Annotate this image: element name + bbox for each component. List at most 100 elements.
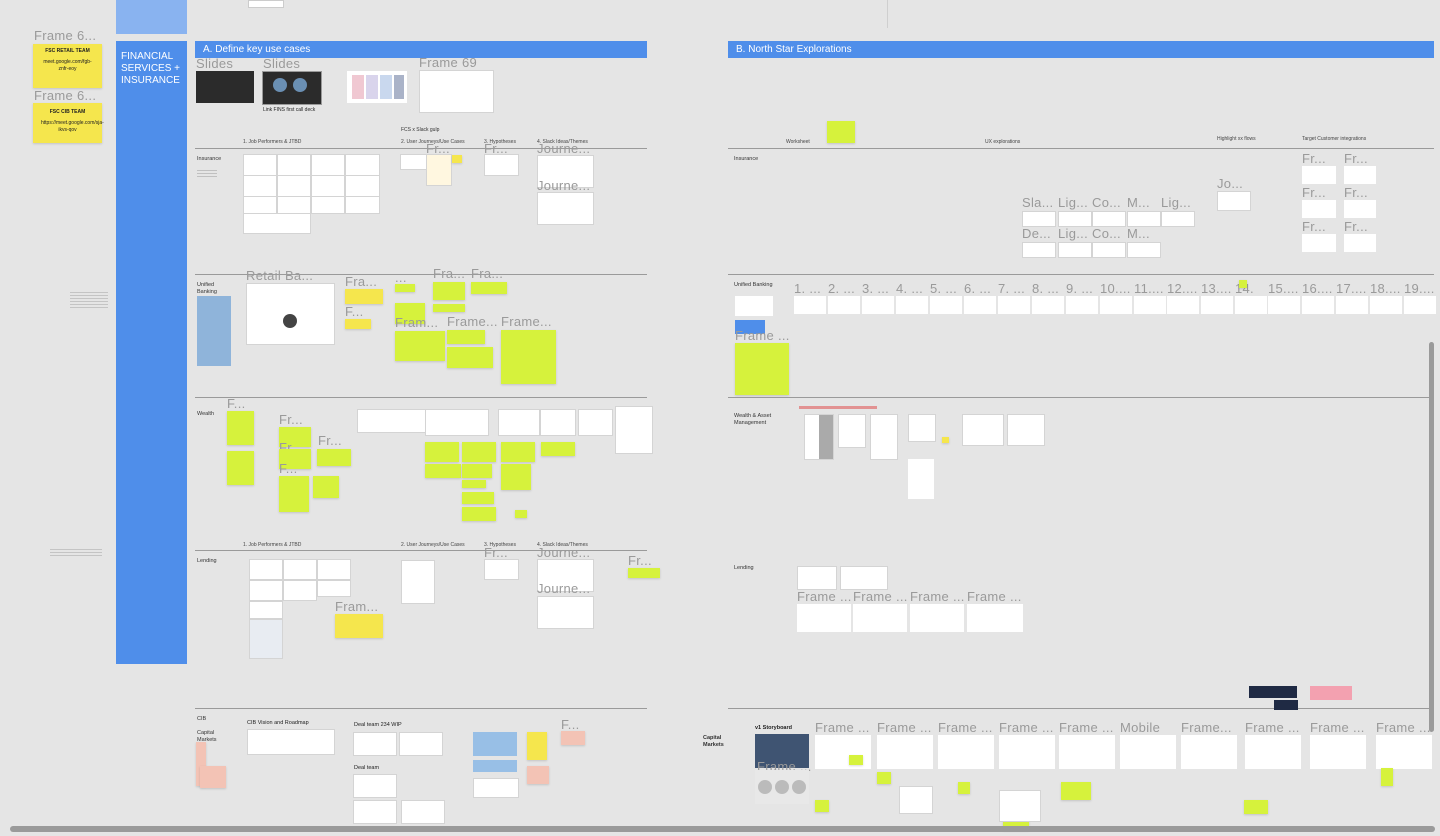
sticky-note[interactable] [345,319,371,329]
wealth-strip[interactable] [425,409,489,436]
ub-screen[interactable] [1167,296,1199,314]
persona-card[interactable] [243,213,311,234]
frame-label[interactable]: Frame ... [797,589,852,604]
small-notes[interactable] [50,549,102,557]
sticky-note[interactable] [958,782,970,794]
wealth-strip[interactable] [615,406,653,454]
sticky-note[interactable] [827,121,855,143]
sticky-note[interactable] [1239,280,1247,288]
lending-screen[interactable] [967,604,1023,632]
frame-label[interactable]: Frame ... [877,720,932,735]
frame-label[interactable]: Slides [263,56,300,71]
frame-label[interactable]: Fra... [471,266,503,281]
ub-screen[interactable] [1235,296,1267,314]
lending-screen[interactable] [853,604,907,632]
frame-label[interactable]: ... [395,270,407,285]
sticky-note[interactable] [501,442,535,462]
ub-screen[interactable] [1066,296,1098,314]
wealth-screen[interactable] [908,414,936,442]
wealth-screen[interactable] [1007,414,1045,446]
sticky-note[interactable] [313,476,339,498]
sticky-note[interactable] [735,343,789,395]
frame-label[interactable]: Fr... [1302,151,1326,166]
frame-label[interactable]: 6. ... [964,281,991,296]
sticky-note[interactable] [425,442,459,462]
integration-card[interactable] [1302,166,1336,184]
frame-label[interactable]: Sla... [1022,195,1053,210]
frame-label[interactable]: Fram... [335,599,378,614]
persona-card[interactable] [243,154,277,176]
sticky-note[interactable] [462,492,494,504]
frame-label[interactable]: 3. ... [862,281,889,296]
persona-card[interactable] [249,580,283,601]
frame-label[interactable]: Fr... [318,433,342,448]
sticky-note[interactable] [395,331,445,361]
cm-frame[interactable] [1120,735,1176,769]
frame-label[interactable]: 7. ... [998,281,1025,296]
sticky-note[interactable] [501,464,531,490]
ub-screen[interactable] [1100,296,1132,314]
persona-card[interactable] [345,196,380,214]
ub-screen[interactable] [1370,296,1402,314]
vertical-section-bar[interactable]: FINANCIAL SERVICES + INSURANCE [116,41,187,664]
frame-label[interactable]: 2. ... [828,281,855,296]
sticky-note[interactable] [541,442,575,456]
sticky-note[interactable] [1381,768,1393,786]
ux-frame[interactable] [1022,242,1056,258]
wealth-screen[interactable] [804,414,834,460]
storyboard-card[interactable] [755,770,809,804]
frame-label[interactable]: 4. ... [896,281,923,296]
persona-card[interactable] [283,580,317,601]
cm-frame[interactable] [1059,735,1115,769]
frame-label[interactable]: Frame ... [1245,720,1300,735]
integration-card[interactable] [1344,200,1376,218]
frame-label[interactable]: F... [279,461,298,476]
frame-label[interactable]: F... [561,717,580,732]
frame-label[interactable]: Frame ... [1376,720,1431,735]
frame-label[interactable]: Fr... [279,412,303,427]
frame-label[interactable]: Co... [1092,195,1121,210]
ux-frame[interactable] [1022,211,1056,227]
frame-label[interactable]: Lig... [1058,195,1088,210]
frame-label[interactable]: 15.... [1268,281,1299,296]
sticky-retail-team[interactable]: FSC RETAIL TEAM meet.google.com/fgb-znfr… [33,44,102,88]
frame-label[interactable]: Lig... [1058,226,1088,241]
frame-label[interactable]: Lig... [1161,195,1191,210]
slide-caption[interactable]: Link FINS first call deck [263,107,315,113]
top-card-partial[interactable] [248,0,284,8]
banking-sidebar-card[interactable] [197,296,231,366]
small-notes[interactable] [70,292,108,310]
lending-screen[interactable] [910,604,964,632]
frame-label[interactable]: Fram... [395,315,438,330]
sticky-note[interactable] [447,330,485,344]
sticky-note[interactable] [345,289,383,304]
journey-card[interactable] [426,154,452,186]
frame-label[interactable]: Fr... [1344,185,1368,200]
deal-team-wip-label[interactable]: Deal team 234 WIP [354,722,402,728]
red-note[interactable] [799,406,877,409]
fcs-slack-label[interactable]: FCS x Slack gulp [401,127,439,133]
ub-screen[interactable] [1134,296,1166,314]
lending-screen[interactable] [797,604,851,632]
sticky-note[interactable] [462,507,496,521]
frame-label[interactable]: 10.... [1100,281,1131,296]
ideas-card[interactable] [537,192,594,225]
sticky-note[interactable] [1244,800,1268,814]
frame-label[interactable]: 1. ... [794,281,821,296]
frame-label[interactable]: 13.... [1201,281,1232,296]
frame-label[interactable]: Frame... [1181,720,1232,735]
horizontal-scrollbar[interactable] [10,826,1435,832]
ux-frame[interactable] [1127,242,1161,258]
frame-label[interactable]: Frame ... [999,720,1054,735]
frame-label[interactable]: Fr... [628,553,652,568]
ub-notes-card[interactable] [735,296,773,316]
highlight-flow-card[interactable] [1217,191,1251,211]
ub-screen[interactable] [828,296,860,314]
frame-label[interactable]: Frame ... [1059,720,1114,735]
persona-card[interactable] [277,196,311,214]
sticky-note[interactable] [433,304,465,312]
persona-card[interactable] [249,619,283,659]
wealth-screen[interactable] [908,459,934,499]
frame-label[interactable]: Frame ... [815,720,870,735]
cm-thumbnail[interactable] [1274,700,1298,710]
